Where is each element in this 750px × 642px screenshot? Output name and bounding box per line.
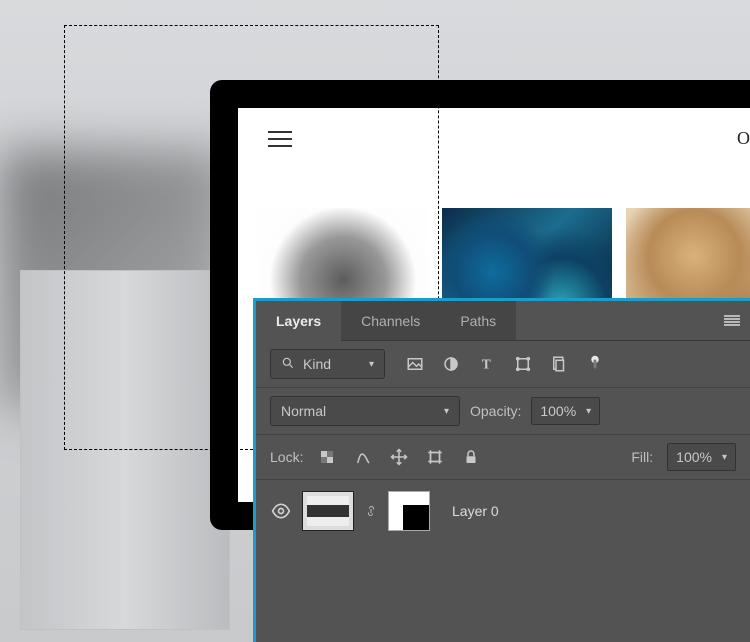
tab-paths[interactable]: Paths [440, 301, 516, 340]
lock-icons [317, 447, 481, 467]
layer-row[interactable]: Layer 0 [256, 486, 750, 536]
image-filter-icon[interactable] [405, 354, 425, 374]
shape-filter-icon[interactable] [513, 354, 533, 374]
layers-panel: Layers Channels Paths Kind ▾ T [253, 298, 750, 642]
lock-artboard-icon[interactable] [425, 447, 445, 467]
site-title: Obsidian [737, 128, 750, 149]
filter-kind-dropdown[interactable]: Kind ▾ [270, 349, 385, 379]
panel-tabs: Layers Channels Paths [256, 301, 750, 341]
opacity-label: Opacity: [470, 403, 521, 419]
blend-mode-value: Normal [281, 403, 326, 419]
opacity-input[interactable]: 100% ▾ [531, 397, 600, 425]
tab-layers[interactable]: Layers [256, 302, 341, 341]
fill-input[interactable]: 100% ▾ [667, 443, 736, 471]
site-header: Obsidian [268, 128, 750, 149]
chevron-down-icon: ▾ [369, 359, 374, 370]
layers-list: Layer 0 [256, 480, 750, 542]
artboard-filter-toggle[interactable] [585, 354, 605, 374]
layer-mask-thumbnail[interactable] [388, 491, 430, 531]
search-icon [281, 356, 295, 373]
hamburger-icon[interactable] [268, 131, 292, 147]
tab-channels[interactable]: Channels [341, 301, 440, 340]
filter-kind-label: Kind [303, 356, 331, 372]
type-filter-icon[interactable]: T [477, 354, 497, 374]
svg-text:T: T [482, 357, 491, 372]
smartobject-filter-icon[interactable] [549, 354, 569, 374]
visibility-toggle-icon[interactable] [270, 500, 292, 522]
lock-label: Lock: [270, 449, 303, 465]
link-icon[interactable] [364, 503, 378, 519]
filter-type-icons: T [405, 354, 605, 374]
blend-mode-dropdown[interactable]: Normal ▾ [270, 396, 460, 426]
filter-row: Kind ▾ T [256, 341, 750, 388]
blend-row: Normal ▾ Opacity: 100% ▾ [256, 388, 750, 435]
fill-label: Fill: [631, 449, 653, 465]
lock-transparency-icon[interactable] [317, 447, 337, 467]
layer-name[interactable]: Layer 0 [452, 503, 499, 519]
chevron-down-icon: ▾ [444, 406, 449, 417]
adjustment-filter-icon[interactable] [441, 354, 461, 374]
fill-value: 100% [676, 449, 712, 465]
lock-position-icon[interactable] [389, 447, 409, 467]
lock-row: Lock: Fill: 100% ▾ [256, 435, 750, 480]
lock-all-icon[interactable] [461, 447, 481, 467]
panel-menu-icon[interactable] [724, 315, 740, 327]
lock-image-icon[interactable] [353, 447, 373, 467]
chevron-down-icon: ▾ [722, 452, 727, 463]
layer-thumbnail[interactable] [302, 491, 354, 531]
opacity-value: 100% [540, 403, 576, 419]
background-stand [20, 270, 230, 630]
chevron-down-icon: ▾ [586, 406, 591, 417]
